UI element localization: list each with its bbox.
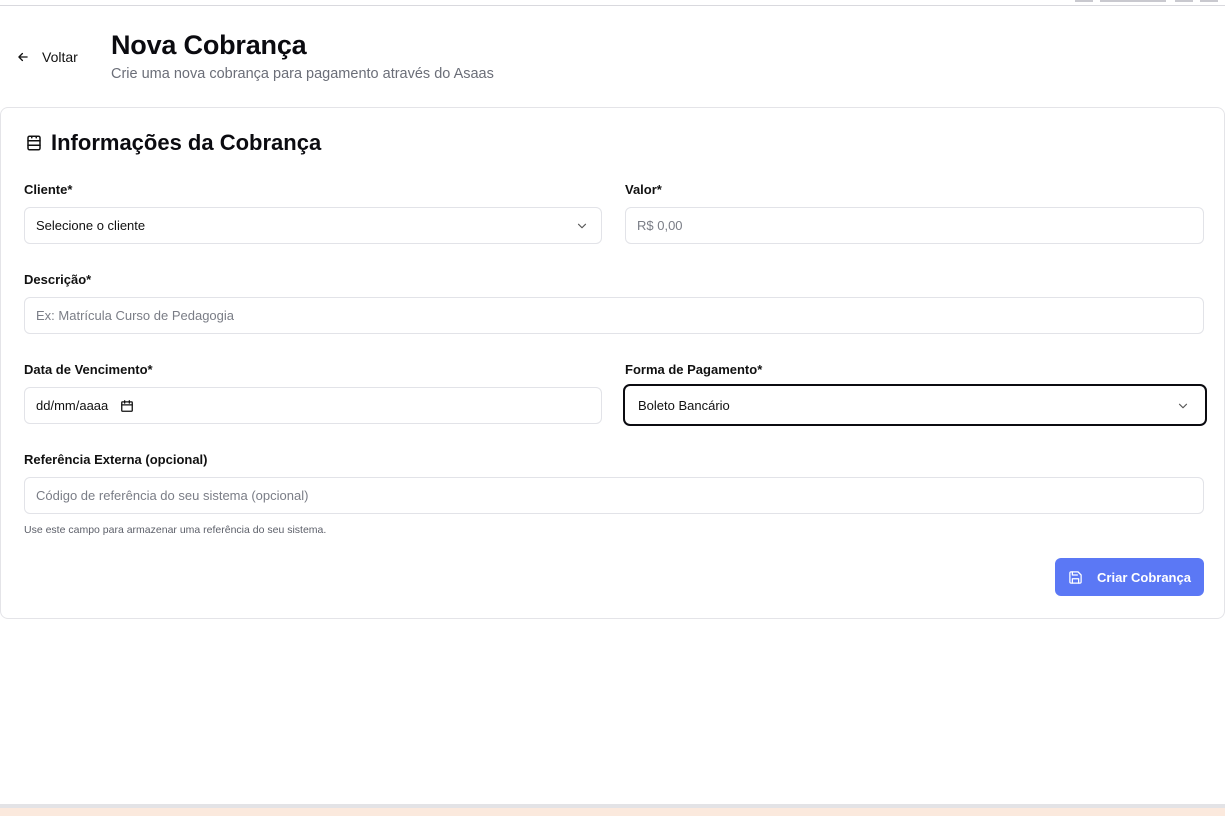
card-title: Informações da Cobrança <box>25 130 321 156</box>
vencimento-date-input[interactable]: dd/mm/aaaa <box>24 387 602 424</box>
browser-top-strip <box>0 0 1225 6</box>
chevron-down-icon <box>577 223 587 229</box>
back-button[interactable]: Voltar <box>10 44 84 70</box>
descricao-label: Descrição* <box>24 272 92 287</box>
descricao-placeholder: Ex: Matrícula Curso de Pedagogia <box>36 308 234 323</box>
pagamento-select[interactable]: Boleto Bancário <box>623 384 1207 426</box>
arrow-left-icon <box>18 52 28 62</box>
vencimento-label: Data de Vencimento* <box>24 362 153 377</box>
top-strip-tab <box>1100 0 1166 2</box>
referencia-input[interactable]: Código de referência do seu sistema (opc… <box>24 477 1204 514</box>
receipt-icon <box>27 135 41 151</box>
descricao-input[interactable]: Ex: Matrícula Curso de Pedagogia <box>24 297 1204 334</box>
cliente-select-value: Selecione o cliente <box>36 218 146 233</box>
pagamento-label: Forma de Pagamento* <box>625 362 763 377</box>
page-subtitle: Crie uma nova cobrança para pagamento at… <box>111 66 494 82</box>
back-button-label: Voltar <box>42 49 78 65</box>
chevron-down-icon <box>1178 403 1188 409</box>
save-icon <box>1069 570 1082 584</box>
browser-bottom-strip <box>0 804 1225 816</box>
top-strip-tab <box>1175 0 1193 2</box>
calendar-icon[interactable] <box>120 399 134 413</box>
pagamento-select-value: Boleto Bancário <box>638 397 730 413</box>
top-strip-tab <box>1075 0 1093 2</box>
cliente-label: Cliente* <box>24 182 73 197</box>
valor-label: Valor* <box>625 182 662 197</box>
referencia-placeholder: Código de referência do seu sistema (opc… <box>36 488 309 503</box>
top-strip-tab <box>1200 0 1218 2</box>
referencia-label: Referência Externa (opcional) <box>24 452 208 467</box>
valor-input[interactable]: R$ 0,00 <box>625 207 1204 244</box>
billing-info-card: Informações da Cobrança Cliente* Selecio… <box>0 107 1225 619</box>
card-title-label: Informações da Cobrança <box>51 130 322 155</box>
create-charge-button[interactable]: Criar Cobrança <box>1055 558 1204 596</box>
cliente-select[interactable]: Selecione o cliente <box>24 207 602 244</box>
create-charge-button-label: Criar Cobrança <box>1097 569 1191 585</box>
referencia-hint: Use este campo para armazenar uma referê… <box>24 524 327 536</box>
page-title: Nova Cobrança <box>111 30 307 60</box>
vencimento-value: dd/mm/aaaa <box>36 398 109 413</box>
valor-placeholder: R$ 0,00 <box>637 218 683 233</box>
page-header: Voltar Nova Cobrança Crie uma nova cobra… <box>0 30 1225 90</box>
